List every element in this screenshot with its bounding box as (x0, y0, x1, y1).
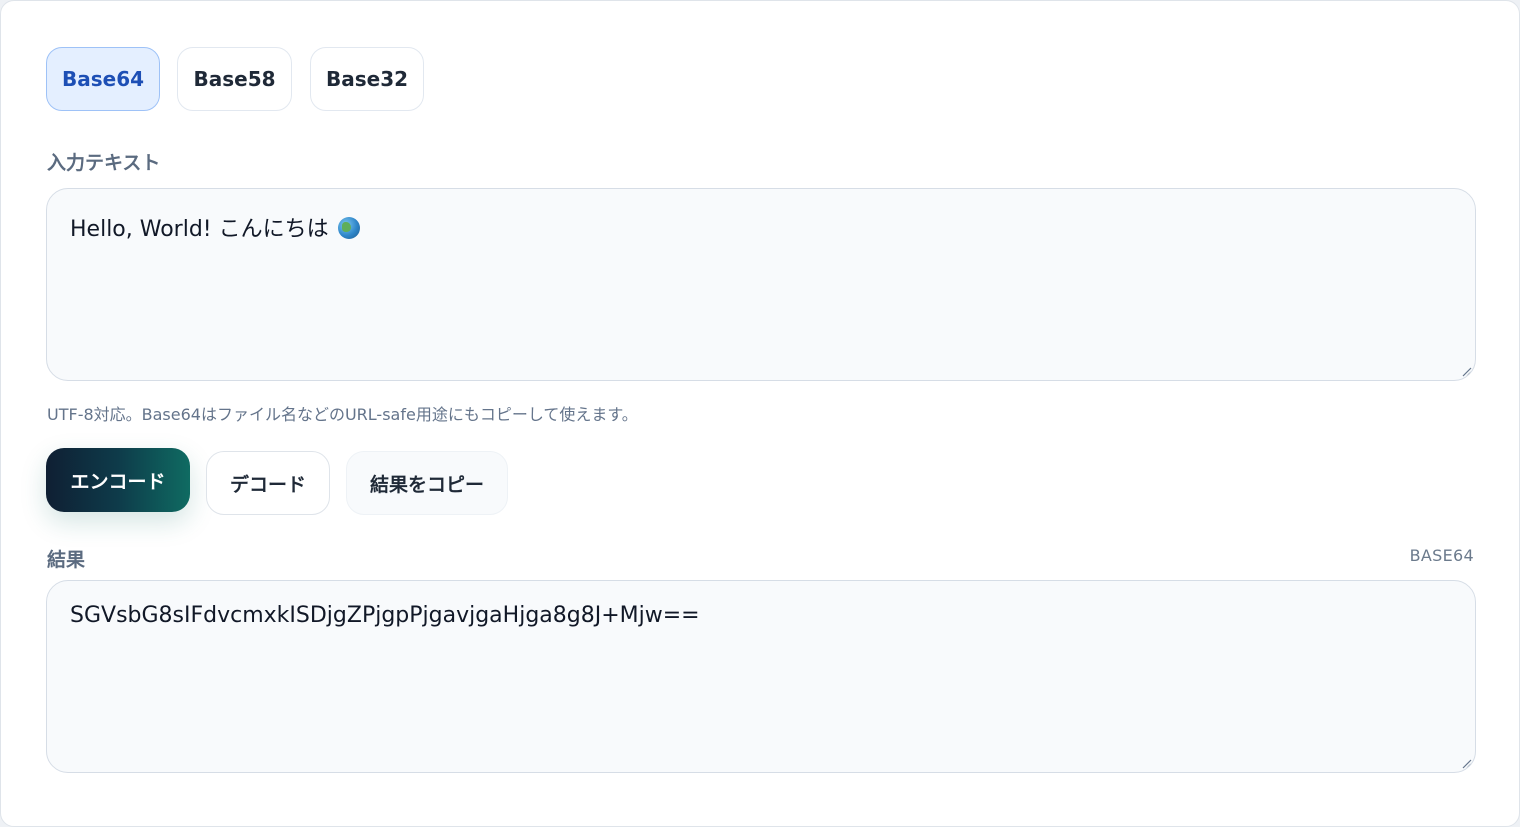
input-label: 入力テキスト (47, 152, 161, 174)
result-textarea[interactable]: SGVsbG8sIFdvcmxkISDjgZPjgpPjgavjgaHjga8g… (46, 580, 1476, 773)
input-hint: UTF-8対応。Base64はファイル名などのURL-safe用途にもコピーして… (47, 405, 638, 424)
encode-button[interactable]: エンコード (46, 448, 190, 512)
decode-button[interactable]: デコード (206, 451, 330, 515)
resize-grip-icon[interactable] (1460, 757, 1472, 769)
action-buttons: エンコード デコード 結果をコピー (46, 448, 508, 515)
result-label: 結果 (47, 549, 86, 571)
tab-base32[interactable]: Base32 (310, 47, 424, 111)
globe-icon (337, 217, 360, 239)
input-text: Hello, World! こんにちは (70, 217, 329, 242)
result-format-badge: BASE64 (1409, 546, 1474, 565)
copy-result-button[interactable]: 結果をコピー (346, 451, 508, 515)
result-text: SGVsbG8sIFdvcmxkISDjgZPjgpPjgavjgaHjga8g… (70, 603, 700, 628)
tab-base64[interactable]: Base64 (46, 47, 160, 111)
base-encoder-card: Base64 Base58 Base32 入力テキスト Hello, World… (0, 0, 1520, 827)
resize-grip-icon[interactable] (1460, 365, 1472, 377)
input-textarea[interactable]: Hello, World! こんにちは (46, 188, 1476, 381)
encoding-tabs: Base64 Base58 Base32 (46, 47, 424, 111)
tab-base58[interactable]: Base58 (177, 47, 292, 111)
